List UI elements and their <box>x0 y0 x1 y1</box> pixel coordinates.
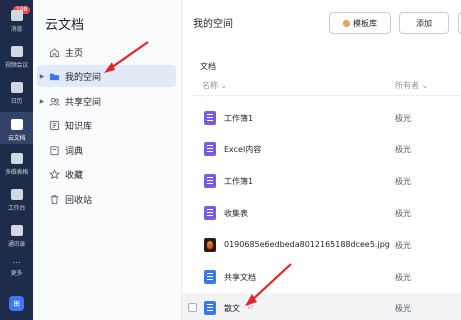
file-row[interactable]: 收集表 极光 <box>182 198 461 228</box>
main-panel: 我的空间 模板库 添加 文档 名称 ⌄ 所有者 ⌄ 工作簿1 极光 Excel内… <box>182 0 461 320</box>
file-name: 共享文档 <box>224 273 256 282</box>
folder-icon <box>48 71 61 82</box>
sheet-icon <box>204 206 216 220</box>
file-name: Excel内容 <box>224 145 262 154</box>
file-owner: 极光 <box>395 273 411 282</box>
file-owner: 极光 <box>395 114 411 123</box>
rail-item-bitable[interactable]: 多维表格 <box>0 153 33 176</box>
file-row[interactable]: 散文 ☆ 极光 <box>182 293 461 320</box>
rail-item-calendar[interactable]: 日历 <box>0 82 33 105</box>
dictionary-icon <box>48 145 61 156</box>
rail-item-video[interactable]: 视频会议 <box>0 46 33 69</box>
add-button[interactable]: 添加 <box>399 12 449 34</box>
file-name: 工作簿1 <box>224 114 254 123</box>
column-header-name[interactable]: 名称 ⌄ <box>202 80 227 91</box>
sheet-icon <box>204 142 216 156</box>
file-row[interactable]: 共享文档 极光 <box>182 262 461 292</box>
sheet-icon <box>204 111 216 125</box>
file-owner: 极光 <box>395 304 411 313</box>
sidebar-item-label: 我的空间 <box>65 72 102 83</box>
app-icon[interactable]: ⊞ <box>9 296 24 311</box>
chat-icon <box>10 10 23 21</box>
sidebar-item-label: 主页 <box>65 48 84 59</box>
file-name: 工作簿1 <box>224 177 254 186</box>
star-icon[interactable]: ☆ <box>246 302 254 312</box>
row-checkbox[interactable] <box>188 303 197 312</box>
sidebar-title: 云文档 <box>45 18 85 33</box>
rail-item-label: 视频会议 <box>5 62 28 69</box>
more-icon: ⋯ <box>12 258 21 267</box>
star-icon <box>48 168 61 180</box>
rail-item-label: 消息 <box>10 26 23 33</box>
chevron-down-icon: ⌄ <box>220 81 228 90</box>
sidebar-item-favorites[interactable]: 收藏 <box>37 163 176 185</box>
section-label: 文档 <box>200 62 216 71</box>
file-row[interactable]: 0190685e6edbeda8012165188dcee5.jpg 极光 <box>182 230 461 260</box>
file-owner: 极光 <box>395 209 411 218</box>
column-header-label: 所有者 <box>395 81 419 90</box>
template-library-button[interactable]: 模板库 <box>329 12 391 34</box>
file-owner: 极光 <box>395 145 411 154</box>
page-title: 我的空间 <box>193 19 233 30</box>
rail-item-label: 云文档 <box>7 135 26 142</box>
sidebar-item-my-space[interactable]: ▶ 我的空间 <box>37 65 176 87</box>
template-library-label: 模板库 <box>353 18 377 28</box>
wiki-icon <box>48 120 61 131</box>
rail-item-contacts[interactable]: 通讯录 <box>0 225 33 248</box>
file-owner: 极光 <box>395 241 411 250</box>
table-icon <box>10 153 23 164</box>
rail-item-label: 多维表格 <box>5 169 28 176</box>
rail-item-label: 通讯录 <box>7 241 26 248</box>
caret-right-icon[interactable]: ▶ <box>37 73 47 80</box>
docs-sidebar: 云文档 主页 ▶ 我的空间 ▶ 共享空间 知识库 词典 收藏 回收站 <box>33 0 182 320</box>
doc-icon <box>204 301 216 315</box>
file-row[interactable]: 工作簿1 极光 <box>182 166 461 196</box>
document-icon <box>10 119 23 130</box>
file-name: 散文 <box>224 304 240 313</box>
sidebar-item-trash[interactable]: 回收站 <box>37 188 176 210</box>
calendar-icon <box>10 82 23 93</box>
divider <box>192 95 461 96</box>
image-file-icon <box>204 238 216 252</box>
file-row[interactable]: Excel内容 极光 <box>182 134 461 164</box>
video-icon <box>10 46 23 57</box>
add-label: 添加 <box>416 18 432 28</box>
chevron-down-icon: ⌄ <box>421 81 429 90</box>
rail-item-label: 工作台 <box>7 205 26 212</box>
rail-item-more[interactable]: ⋯ 更多 <box>0 258 33 278</box>
trash-icon <box>48 194 61 205</box>
grid-icon <box>10 189 23 200</box>
contacts-icon <box>10 225 23 236</box>
rail-item-workplace[interactable]: 工作台 <box>0 189 33 212</box>
template-icon <box>343 19 350 27</box>
file-name: 0190685e6edbeda8012165188dcee5.jpg <box>224 240 390 249</box>
sidebar-item-home[interactable]: 主页 <box>37 41 176 63</box>
sidebar-item-dictionary[interactable]: 词典 <box>37 139 176 161</box>
rail-item-messages[interactable]: 消息 <box>0 10 33 33</box>
home-icon <box>48 47 61 58</box>
sidebar-item-label: 共享空间 <box>65 97 102 108</box>
rail-item-docs[interactable]: 云文档 <box>0 112 33 144</box>
sheet-icon <box>204 174 216 188</box>
sidebar-item-label: 知识库 <box>65 121 93 132</box>
sidebar-item-label: 词典 <box>65 146 84 157</box>
file-owner: 极光 <box>395 177 411 186</box>
sidebar-item-wiki[interactable]: 知识库 <box>37 114 176 136</box>
caret-right-icon[interactable]: ▶ <box>37 98 47 105</box>
file-row[interactable]: 工作簿1 极光 <box>182 103 461 133</box>
doc-icon <box>204 270 216 284</box>
rail-item-label: 日历 <box>10 98 23 105</box>
sidebar-item-label: 收藏 <box>65 170 84 181</box>
left-rail: 198 消息 视频会议 日历 云文档 多维表格 工作台 通讯录 ⋯ 更多 ⊞ <box>0 0 33 320</box>
rail-item-label: 更多 <box>10 270 23 277</box>
file-name: 收集表 <box>224 209 248 218</box>
column-header-label: 名称 <box>202 81 218 90</box>
shared-icon <box>48 96 61 107</box>
sidebar-item-label: 回收站 <box>65 195 93 206</box>
sidebar-item-shared-space[interactable]: ▶ 共享空间 <box>37 90 176 112</box>
column-header-owner[interactable]: 所有者 ⌄ <box>395 80 428 91</box>
